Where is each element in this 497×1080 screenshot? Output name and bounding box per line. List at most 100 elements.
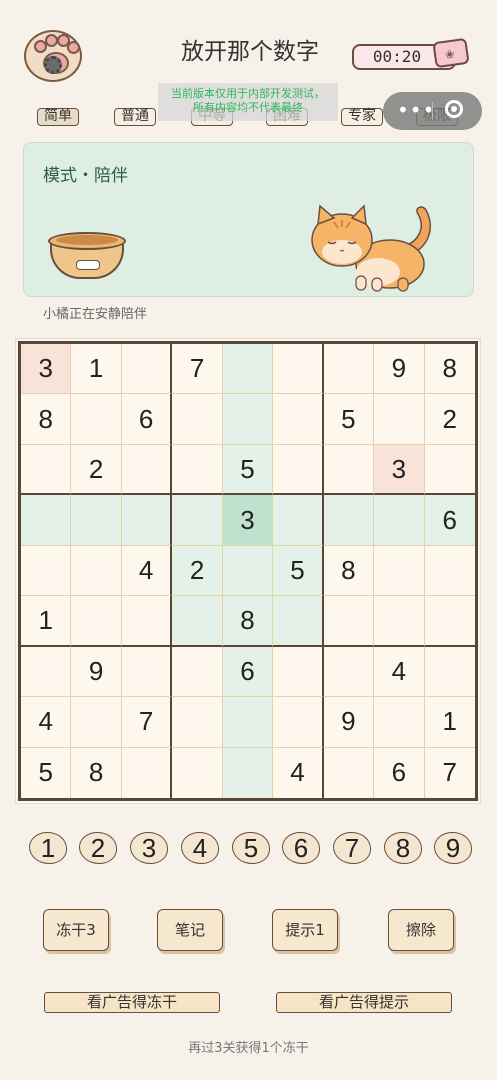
number-key-1[interactable]: 1 (29, 832, 69, 866)
tab-normal[interactable]: 普通 (114, 108, 156, 126)
sudoku-cell[interactable] (222, 394, 274, 445)
sudoku-cell[interactable] (21, 495, 72, 546)
sudoku-cell[interactable]: 5 (323, 394, 375, 445)
freeze-button[interactable]: 冻干3 (43, 909, 109, 951)
number-key-2[interactable]: 2 (79, 832, 119, 866)
sudoku-cell[interactable]: 7 (172, 344, 223, 395)
number-key-6[interactable]: 6 (282, 832, 322, 866)
sudoku-cell[interactable]: 6 (374, 747, 425, 798)
sudoku-cell[interactable]: 9 (374, 344, 425, 395)
close-target-icon[interactable] (445, 100, 463, 118)
sudoku-cell[interactable]: 7 (121, 697, 173, 748)
mini-program-capsule[interactable]: ••• (383, 92, 482, 130)
sudoku-cell[interactable] (71, 596, 122, 647)
sudoku-cell[interactable] (324, 747, 375, 798)
sudoku-cell[interactable] (71, 394, 122, 445)
sudoku-cell[interactable]: 8 (424, 344, 475, 395)
sudoku-cell[interactable]: 4 (121, 545, 173, 597)
sudoku-cell[interactable]: 9 (323, 697, 375, 748)
number-key-7[interactable]: 7 (333, 832, 373, 866)
sudoku-cell[interactable] (121, 646, 173, 698)
sudoku-cell[interactable] (21, 545, 72, 597)
food-bowl-icon[interactable] (48, 232, 126, 282)
sudoku-cell[interactable]: 5 (273, 545, 324, 597)
sudoku-cell[interactable] (21, 444, 72, 496)
sudoku-cell[interactable] (222, 747, 274, 798)
sudoku-cell[interactable] (273, 495, 324, 546)
tab-easy[interactable]: 简单 (37, 108, 79, 126)
sudoku-cell[interactable]: 1 (21, 596, 72, 647)
number-key-5[interactable]: 5 (232, 832, 272, 866)
sudoku-cell[interactable] (172, 596, 223, 647)
sudoku-cell[interactable] (374, 697, 425, 748)
sudoku-cell[interactable] (172, 646, 223, 698)
sudoku-cell[interactable] (71, 697, 122, 748)
sudoku-cell[interactable] (172, 444, 223, 496)
sudoku-cell[interactable] (273, 394, 324, 445)
sudoku-cell[interactable] (424, 596, 475, 647)
sudoku-cell[interactable] (71, 545, 122, 597)
sudoku-cell[interactable] (424, 647, 475, 698)
sudoku-cell[interactable]: 4 (273, 747, 324, 798)
sudoku-cell[interactable]: 9 (71, 646, 122, 698)
sudoku-cell[interactable] (374, 545, 425, 597)
number-key-4[interactable]: 4 (181, 832, 221, 866)
sudoku-cell[interactable] (424, 445, 475, 496)
number-key-3[interactable]: 3 (130, 832, 170, 866)
sudoku-cell[interactable]: 3 (21, 344, 72, 395)
sudoku-cell[interactable] (374, 495, 425, 546)
sudoku-cell[interactable]: 5 (21, 747, 72, 798)
sudoku-cell[interactable] (222, 697, 274, 748)
sudoku-cell[interactable]: 2 (172, 545, 223, 597)
sudoku-cell[interactable] (273, 697, 324, 748)
sudoku-cell[interactable] (121, 344, 173, 395)
sudoku-cell[interactable]: 8 (71, 747, 122, 798)
ad-freeze-button[interactable]: 看广告得冻干 (44, 992, 220, 1013)
sudoku-grid[interactable]: 31798865225336425818964479158467 (18, 341, 478, 801)
sudoku-cell[interactable] (424, 546, 475, 597)
sudoku-cell[interactable]: 6 (121, 394, 173, 445)
sudoku-cell[interactable]: 8 (21, 394, 72, 445)
sudoku-cell[interactable] (172, 394, 223, 445)
sudoku-cell[interactable] (121, 596, 173, 647)
notes-button[interactable]: 笔记 (157, 909, 223, 951)
sudoku-cell[interactable] (21, 646, 72, 698)
sudoku-cell[interactable] (172, 495, 223, 546)
more-icon[interactable]: ••• (397, 98, 435, 122)
paw-settings-icon[interactable] (24, 30, 82, 82)
sudoku-cell[interactable] (323, 596, 375, 647)
tab-expert[interactable]: 专家 (341, 108, 383, 126)
sudoku-cell[interactable]: 1 (71, 344, 122, 395)
sudoku-cell[interactable] (71, 495, 122, 546)
sudoku-cell[interactable]: 4 (21, 697, 72, 748)
sudoku-cell[interactable] (121, 495, 173, 546)
sudoku-cell[interactable]: 1 (424, 697, 475, 748)
sudoku-cell[interactable]: 8 (323, 545, 375, 597)
sudoku-cell[interactable]: 8 (222, 596, 274, 647)
sudoku-cell[interactable]: 2 (424, 394, 475, 445)
sudoku-cell[interactable] (374, 394, 425, 445)
number-key-9[interactable]: 9 (434, 832, 474, 866)
sudoku-cell[interactable] (172, 697, 223, 748)
sudoku-cell[interactable]: 3 (222, 495, 274, 546)
sudoku-cell[interactable]: 2 (71, 444, 122, 496)
cat-illustration[interactable] (308, 198, 440, 294)
sudoku-cell[interactable]: 6 (424, 495, 475, 546)
sudoku-cell[interactable] (222, 344, 274, 395)
sudoku-cell[interactable] (172, 747, 223, 798)
sudoku-cell[interactable] (273, 344, 324, 395)
sudoku-cell[interactable] (273, 596, 324, 647)
hint-button[interactable]: 提示1 (272, 909, 338, 951)
erase-button[interactable]: 擦除 (388, 909, 454, 951)
sudoku-cell[interactable]: 4 (374, 646, 425, 698)
ad-hint-button[interactable]: 看广告得提示 (276, 992, 452, 1013)
sudoku-cell[interactable] (273, 646, 324, 698)
sudoku-cell[interactable]: 7 (425, 748, 475, 798)
sudoku-cell[interactable] (273, 444, 324, 496)
sudoku-cell[interactable] (121, 444, 173, 496)
sudoku-cell[interactable] (323, 344, 375, 395)
sudoku-cell[interactable]: 3 (374, 444, 425, 496)
sudoku-cell[interactable] (323, 444, 375, 496)
number-key-8[interactable]: 8 (384, 832, 424, 866)
sudoku-cell[interactable] (323, 495, 375, 546)
